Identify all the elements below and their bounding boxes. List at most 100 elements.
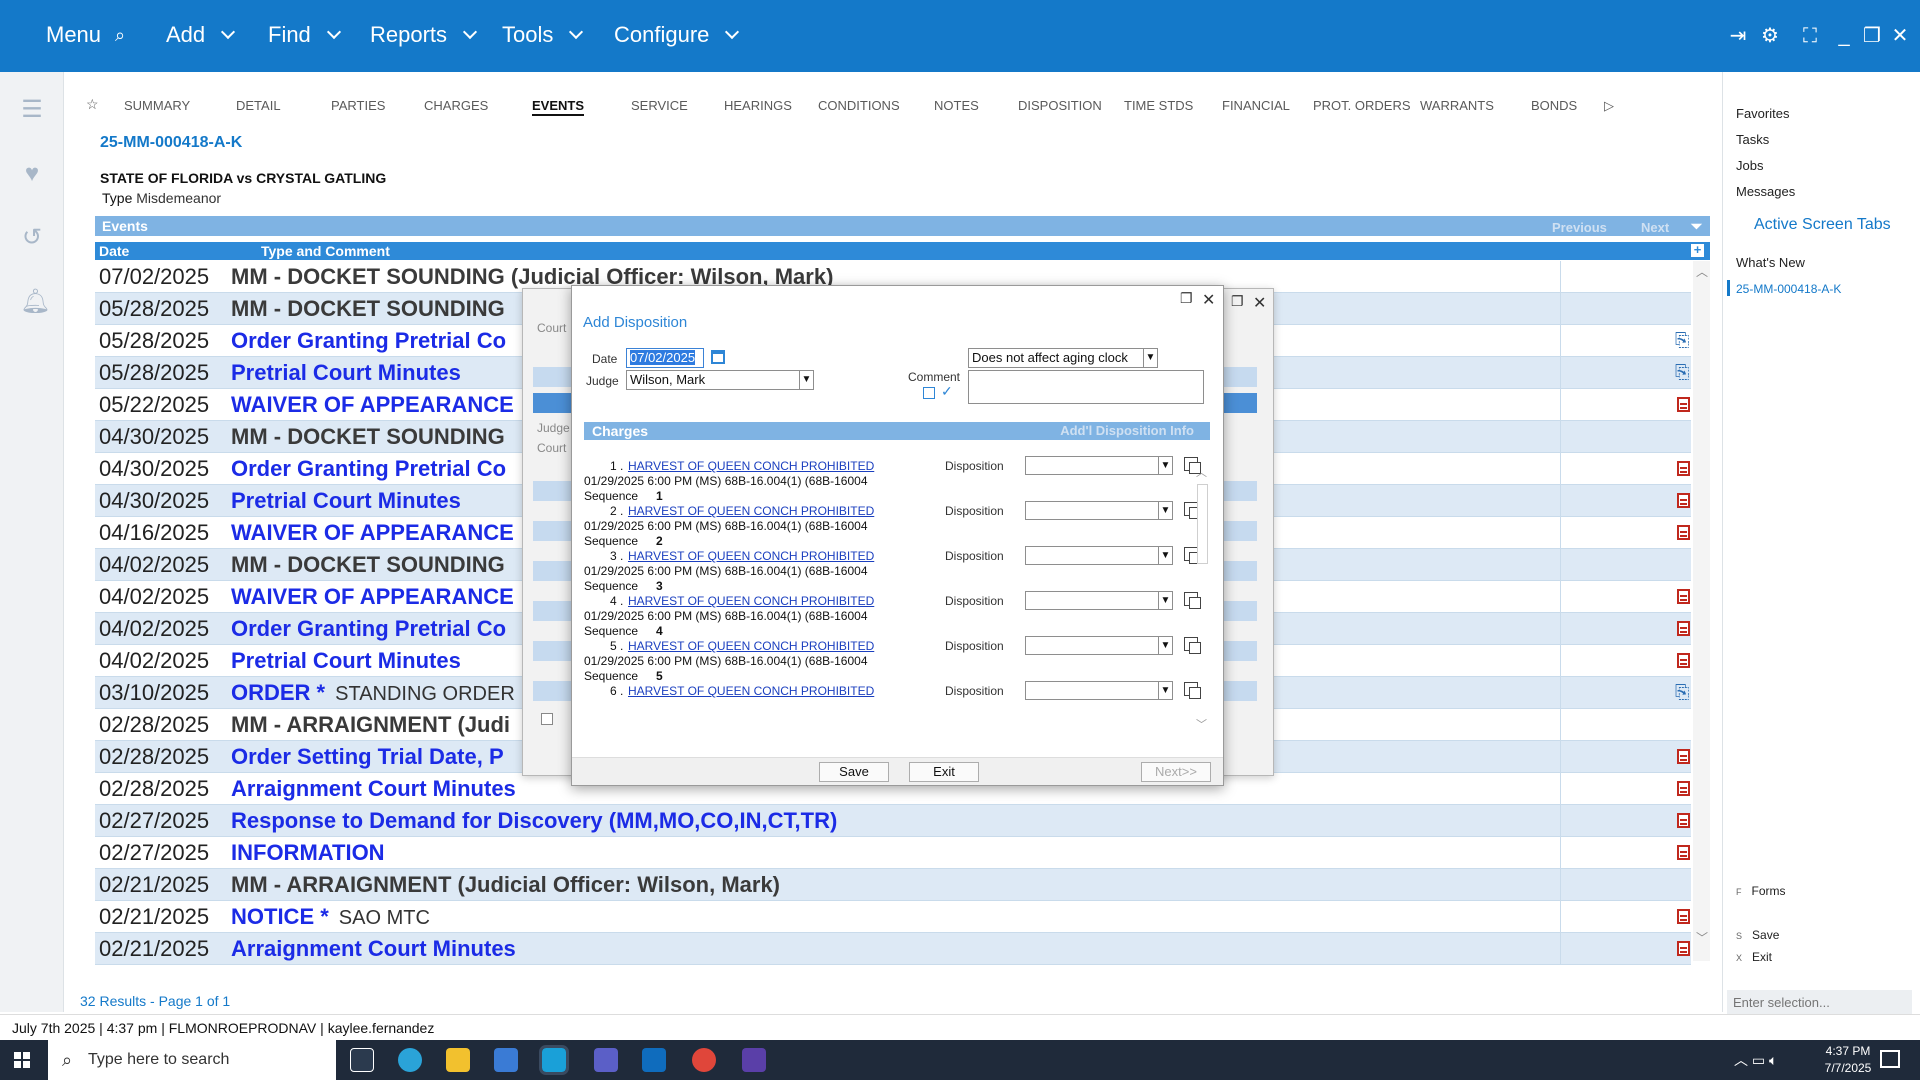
tab-time-stds[interactable]: TIME STDS: [1124, 98, 1193, 113]
event-type[interactable]: Pretrial Court Minutes: [231, 485, 461, 516]
calendar-icon[interactable]: [711, 350, 725, 364]
disposition-select[interactable]: ▼: [1025, 636, 1173, 655]
favorites-link[interactable]: Favorites: [1736, 106, 1789, 121]
edge-browser-icon[interactable]: [398, 1048, 422, 1072]
charges-scrollbar[interactable]: ︿ ﹀: [1196, 464, 1209, 734]
charge-name-link[interactable]: HARVEST OF QUEEN CONCH PROHIBITED: [628, 504, 874, 518]
whats-new-link[interactable]: What's New: [1736, 255, 1805, 270]
outlook-icon[interactable]: [642, 1048, 666, 1072]
event-type[interactable]: MM - DOCKET SOUNDING: [231, 293, 505, 324]
menu-button[interactable]: Menu ⌕: [46, 22, 125, 48]
app-icon[interactable]: [742, 1048, 766, 1072]
pdf-document-icon[interactable]: [1677, 813, 1690, 828]
tools-menu[interactable]: Tools: [502, 22, 584, 48]
pdf-document-icon[interactable]: [1677, 909, 1690, 924]
disposition-select[interactable]: ▼: [1025, 546, 1173, 565]
linked-document-icon[interactable]: ⎘: [1675, 361, 1689, 383]
reports-menu[interactable]: Reports: [370, 22, 478, 48]
table-row[interactable]: 02/21/2025 Arraignment Court Minutes: [95, 933, 1691, 965]
linked-document-icon[interactable]: ⎘: [1675, 681, 1689, 703]
table-row[interactable]: 02/21/2025 MM - ARRAIGNMENT (Judicial Off…: [95, 869, 1691, 901]
notification-icon[interactable]: [1880, 1050, 1900, 1068]
exit-shortcut[interactable]: X Exit: [1736, 950, 1772, 964]
close-icon[interactable]: ✕: [1202, 290, 1215, 310]
disposition-select[interactable]: ▼: [1025, 501, 1173, 520]
event-type[interactable]: Order Setting Trial Date, P: [231, 741, 504, 772]
pdf-document-icon[interactable]: [1677, 749, 1690, 764]
table-row[interactable]: 02/27/2025 Response to Demand for Discove…: [95, 805, 1691, 837]
event-type[interactable]: WAIVER OF APPEARANCE: [231, 389, 514, 420]
tab-warrants[interactable]: WARRANTS: [1420, 98, 1494, 113]
charge-name-link[interactable]: HARVEST OF QUEEN CONCH PROHIBITED: [628, 549, 874, 563]
events-scrollbar[interactable]: ︿ ﹀: [1693, 261, 1710, 961]
forms-shortcut[interactable]: F Forms: [1736, 884, 1786, 898]
tab-summary[interactable]: SUMMARY: [124, 98, 190, 113]
charge-name-link[interactable]: HARVEST OF QUEEN CONCH PROHIBITED: [628, 639, 874, 653]
selection-input[interactable]: [1727, 990, 1912, 1014]
pdf-document-icon[interactable]: [1677, 845, 1690, 860]
date-input[interactable]: 07/02/2025: [626, 348, 704, 368]
bg-close-icon[interactable]: ✕: [1253, 293, 1266, 313]
charge-name-link[interactable]: HARVEST OF QUEEN CONCH PROHIBITED: [628, 594, 874, 608]
scroll-up-icon[interactable]: ︿: [1696, 263, 1708, 280]
case-number[interactable]: 25-MM-000418-A-K: [100, 134, 242, 152]
tasks-link[interactable]: Tasks: [1736, 132, 1769, 147]
tab-prot-orders[interactable]: PROT. ORDERS: [1313, 98, 1411, 113]
event-type[interactable]: Arraignment Court Minutes: [231, 933, 516, 964]
pdf-document-icon[interactable]: [1677, 461, 1690, 476]
scroll-down-icon[interactable]: ﹀: [1696, 929, 1708, 946]
active-case-tab[interactable]: 25-MM-000418-A-K: [1736, 282, 1841, 296]
event-type[interactable]: Response to Demand for Discovery (MM,MO,…: [231, 805, 837, 836]
pdf-document-icon[interactable]: [1677, 397, 1690, 412]
note-edit-icon[interactable]: [923, 387, 935, 399]
chrome-icon[interactable]: [692, 1048, 716, 1072]
pdf-document-icon[interactable]: [1677, 781, 1690, 796]
table-row[interactable]: 02/27/2025 INFORMATION: [95, 837, 1691, 869]
taskbar-search[interactable]: ⌕ Type here to search: [48, 1040, 336, 1080]
gear-icon[interactable]: ⚙: [1758, 24, 1782, 48]
addl-disposition-info-link[interactable]: Add'l Disposition Info: [1060, 422, 1194, 440]
pdf-document-icon[interactable]: [1677, 621, 1690, 636]
tab-events[interactable]: EVENTS: [532, 98, 585, 116]
add-event-icon[interactable]: +: [1691, 243, 1704, 257]
configure-menu[interactable]: Configure: [614, 22, 740, 48]
restore-icon[interactable]: ❐: [1860, 24, 1884, 48]
event-type[interactable]: WAIVER OF APPEARANCE: [231, 581, 514, 612]
next-button[interactable]: Next>>: [1141, 762, 1211, 782]
filter-icon[interactable]: ⏷: [1691, 216, 1702, 236]
add-menu[interactable]: Add: [166, 22, 236, 48]
aging-select[interactable]: Does not affect aging clock ▼: [968, 348, 1158, 368]
pdf-document-icon[interactable]: [1677, 653, 1690, 668]
bell-icon[interactable]: 🔔︎: [20, 290, 50, 314]
table-row[interactable]: 02/21/2025 NOTICE * SAO MTC: [95, 901, 1691, 933]
exit-button[interactable]: Exit: [909, 762, 979, 782]
previous-link[interactable]: Previous: [1552, 218, 1607, 238]
tray-icons[interactable]: ︿ ▭ 🔈︎: [1734, 1050, 1777, 1070]
event-type[interactable]: Pretrial Court Minutes: [231, 357, 461, 388]
heart-icon[interactable]: ♥: [20, 162, 44, 186]
history-icon[interactable]: ↺: [20, 226, 44, 250]
judge-select[interactable]: Wilson, Mark ▼: [626, 370, 814, 390]
bg-restore-icon[interactable]: ❐: [1231, 293, 1244, 310]
scroll-down-icon[interactable]: ﹀: [1196, 716, 1207, 732]
event-type[interactable]: Arraignment Court Minutes: [231, 773, 516, 804]
list-icon[interactable]: ☰: [20, 98, 44, 122]
charge-name-link[interactable]: HARVEST OF QUEEN CONCH PROHIBITED: [628, 459, 874, 473]
pdf-document-icon[interactable]: [1677, 941, 1690, 956]
tab-detail[interactable]: DETAIL: [236, 98, 281, 113]
charge-name-link[interactable]: HARVEST OF QUEEN CONCH PROHIBITED: [628, 684, 874, 698]
tab-charges[interactable]: CHARGES: [424, 98, 488, 113]
event-type[interactable]: MM - ARRAIGNMENT (Judi: [231, 709, 510, 740]
tab-bonds[interactable]: BONDS: [1531, 98, 1577, 113]
tab-conditions[interactable]: CONDITIONS: [818, 98, 900, 113]
task-view-icon[interactable]: [350, 1048, 374, 1072]
tab-notes[interactable]: NOTES: [934, 98, 979, 113]
bg-checkbox[interactable]: [541, 713, 553, 725]
tab-hearings[interactable]: HEARINGS: [724, 98, 792, 113]
store-icon[interactable]: [494, 1048, 518, 1072]
tab-more-icon[interactable]: ▷: [1604, 98, 1614, 114]
exit-app-icon[interactable]: ⇥: [1726, 24, 1750, 48]
jobs-link[interactable]: Jobs: [1736, 158, 1763, 173]
event-type[interactable]: MM - ARRAIGNMENT (Judicial Officer: Wils…: [231, 869, 780, 900]
scroll-thumb[interactable]: [1197, 484, 1208, 564]
